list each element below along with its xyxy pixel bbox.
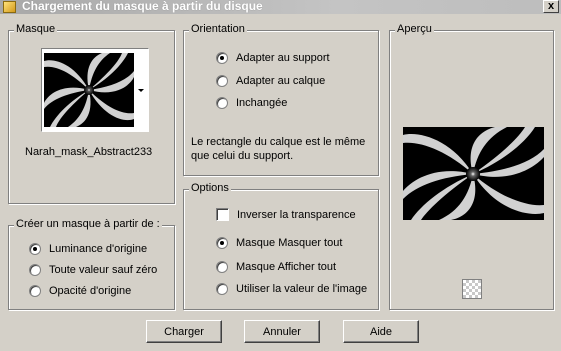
radio-button[interactable] [216, 97, 228, 109]
radio-button[interactable] [29, 243, 41, 255]
mask-thumbnail-picker[interactable] [41, 48, 149, 132]
preview-legend: Aperçu [395, 23, 434, 35]
transparency-checker-icon[interactable] [462, 279, 482, 299]
mask-name-label: Narah_mask_Abstract233 [25, 146, 153, 158]
radio-button[interactable] [216, 237, 228, 249]
radio-luminance[interactable]: Luminance d'origine [29, 243, 147, 255]
app-icon [3, 1, 16, 13]
radio-label: Adapter au support [236, 52, 330, 64]
radio-label: Adapter au calque [236, 75, 326, 87]
radio-label: Utiliser la valeur de l'image [236, 283, 368, 295]
radio-button[interactable] [216, 52, 228, 64]
radio-fit-layer[interactable]: Adapter au calque [216, 75, 325, 87]
radio-label: Opacité d'origine [49, 285, 132, 297]
help-button[interactable]: Aide [343, 320, 419, 343]
radio-unchanged[interactable]: Inchangée [216, 97, 287, 109]
radio-label: Inchangée [236, 97, 288, 109]
radio-fit-support[interactable]: Adapter au support [216, 52, 330, 64]
mask-group: Masque Narah_mask_Abstract233 [8, 23, 175, 204]
orientation-info-text: Le rectangle du calque est le même que c… [191, 135, 365, 163]
window-title: Chargement du masque à partir du disque [22, 0, 263, 13]
orientation-legend: Orientation [189, 23, 247, 35]
info-line-2: que celui du support. [191, 150, 294, 162]
radio-label: Toute valeur sauf zéro [49, 264, 158, 276]
radio-label: Masque Masquer tout [236, 237, 343, 249]
title-bar: Chargement du masque à partir du disque … [0, 0, 561, 14]
close-button[interactable]: x [543, 0, 559, 13]
mask-group-legend: Masque [14, 23, 58, 35]
radio-button[interactable] [216, 283, 228, 295]
preview-image [403, 127, 544, 220]
info-line-1: Le rectangle du calque est le même [191, 136, 366, 148]
options-legend: Options [189, 182, 231, 194]
radio-show-all[interactable]: Masque Afficher tout [216, 261, 336, 273]
radio-hide-all[interactable]: Masque Masquer tout [216, 237, 342, 249]
radio-label: Masque Afficher tout [236, 261, 337, 273]
create-from-group: Créer un masque à partir de : Luminance … [8, 218, 175, 310]
radio-opacity[interactable]: Opacité d'origine [29, 285, 131, 297]
radio-label: Luminance d'origine [49, 243, 148, 255]
load-button[interactable]: Charger [146, 320, 222, 343]
radio-button[interactable] [29, 285, 41, 297]
chevron-down-icon[interactable] [138, 89, 144, 92]
radio-use-image-value[interactable]: Utiliser la valeur de l'image [216, 283, 367, 295]
radio-button[interactable] [216, 261, 228, 273]
checkbox[interactable] [216, 208, 229, 221]
checkbox-label: Inverser la transparence [237, 208, 356, 221]
radio-non-zero[interactable]: Toute valeur sauf zéro [29, 264, 157, 276]
create-from-legend: Créer un masque à partir de : [14, 218, 162, 230]
preview-group: Aperçu [389, 23, 554, 310]
cancel-button[interactable]: Annuler [244, 320, 320, 343]
mask-thumbnail-image [44, 53, 134, 127]
options-group: Options Inverser la transparence Masque … [183, 182, 379, 310]
orientation-group: Orientation Adapter au support Adapter a… [183, 23, 379, 176]
radio-button[interactable] [29, 264, 41, 276]
radio-button[interactable] [216, 75, 228, 87]
checkbox-invert-transparency[interactable]: Inverser la transparence [216, 208, 356, 221]
